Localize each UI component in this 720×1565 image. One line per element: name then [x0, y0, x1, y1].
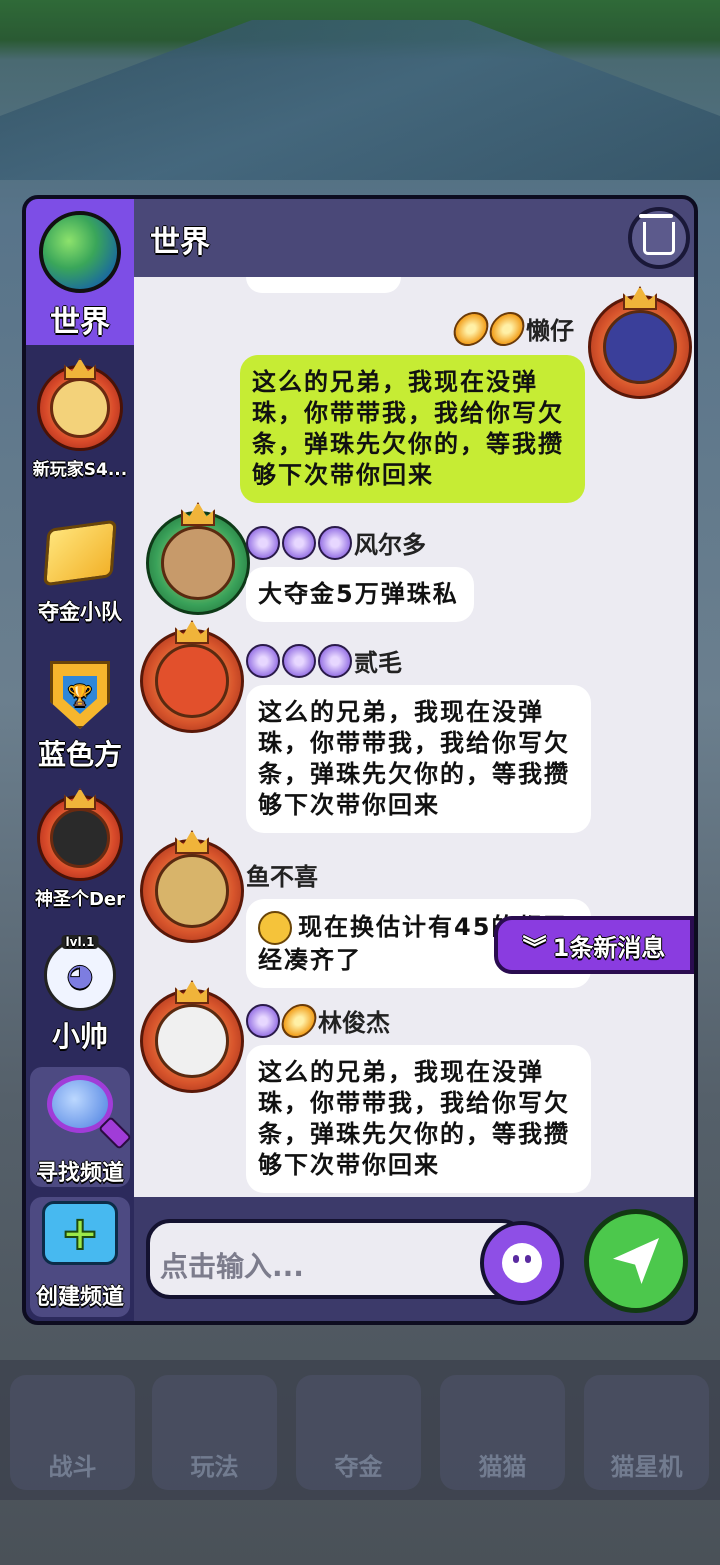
find-channel-label: 寻找频道 [35, 1161, 124, 1186]
medal-icon [488, 309, 526, 348]
message-bubble: 大夺金5万弹珠私 [246, 567, 474, 622]
user-name: 林俊杰 [318, 1009, 390, 1037]
channel-xiaoshuai[interactable]: ◕ lvl.1 小帅 [26, 935, 134, 1055]
message-bubble: 这么的兄弟，我现在没弹珠，你带带我，我给你写欠条，弹珠先欠你的，等我攒够下次带你… [246, 1045, 591, 1193]
medal-icon [282, 525, 316, 560]
channel-blue-side[interactable]: 🏆 蓝色方 [26, 661, 134, 773]
chat-panel: 世界 新玩家S4... 夺金小队 🏆 蓝色方 神圣个Der ◕ lvl.1 小帅 [22, 195, 698, 1325]
chevron-down-icon: ︾ [522, 933, 547, 962]
badge-icon [37, 788, 123, 881]
send-icon [613, 1238, 659, 1284]
user-avatar[interactable] [140, 980, 244, 1093]
channel-new-player[interactable]: 新玩家S4... [26, 358, 134, 480]
channel-label: 夺金小队 [38, 600, 122, 624]
medal-icon [282, 643, 316, 678]
message-header: 懒仔 [452, 309, 574, 348]
search-icon [47, 1075, 113, 1133]
user-avatar[interactable] [140, 830, 244, 943]
user-name: 贰毛 [354, 649, 402, 677]
smiley-icon [502, 1243, 542, 1283]
background-tab-gold: 夺金 [296, 1375, 421, 1490]
clear-chat-button[interactable] [628, 207, 690, 269]
channel-label: 世界 [50, 305, 110, 340]
send-button[interactable] [584, 1209, 688, 1313]
new-messages-button[interactable]: ︾ 1条新消息 [494, 916, 694, 974]
user-name: 懒仔 [526, 317, 574, 345]
chat-header: 世界 [134, 199, 694, 277]
medal-icon [246, 525, 280, 560]
message-header: 贰毛 [246, 643, 402, 678]
message-input[interactable]: 点击输入... [146, 1219, 526, 1299]
message-bubble: 这么的兄弟，我现在没弹珠，你带带我，我给你写欠条，弹珠先欠你的，等我攒够下次带你… [240, 355, 585, 503]
medal-icon [452, 309, 490, 348]
plus-icon: + [42, 1201, 118, 1265]
user-avatar[interactable] [588, 286, 692, 399]
user-name: 风尔多 [354, 531, 426, 559]
channel-world[interactable]: 世界 [26, 199, 134, 345]
background-tab-play: 玩法 [152, 1375, 277, 1490]
user-avatar[interactable] [146, 502, 250, 615]
find-channel-button[interactable]: 寻找频道 [30, 1067, 130, 1187]
message-list[interactable]: 懒仔 这么的兄弟，我现在没弹珠，你带带我，我给你写欠条，弹珠先欠你的，等我攒够下… [134, 277, 694, 1197]
medal-icon [318, 643, 352, 678]
sweat-emoji-icon [258, 911, 292, 945]
gold-icon [43, 519, 117, 587]
message-bubble [246, 277, 401, 293]
channel-label: 新玩家S4... [32, 460, 128, 480]
chat-title: 世界 [150, 225, 210, 260]
channel-holy-der[interactable]: 神圣个Der [26, 788, 134, 911]
message-bubble: 这么的兄弟，我现在没弹珠，你带带我，我给你写欠条，弹珠先欠你的，等我攒够下次带你… [246, 685, 591, 833]
message-header: 林俊杰 [246, 1001, 390, 1040]
message-header: 风尔多 [246, 525, 426, 560]
background-tab-cats: 猫猫 [440, 1375, 565, 1490]
user-name: 鱼不喜 [246, 863, 318, 891]
channel-sidebar: 世界 新玩家S4... 夺金小队 🏆 蓝色方 神圣个Der ◕ lvl.1 小帅 [26, 199, 134, 1321]
create-channel-label: 创建频道 [35, 1285, 124, 1310]
message-header: 鱼不喜 [246, 857, 318, 892]
medal-icon [280, 1001, 318, 1040]
channel-gold-team[interactable]: 夺金小队 [26, 519, 134, 626]
user-avatar[interactable] [140, 620, 244, 733]
emoji-button[interactable] [480, 1221, 564, 1305]
new-messages-label: 1条新消息 [552, 933, 666, 962]
cat-avatar-icon: ◕ [44, 939, 116, 1011]
create-channel-button[interactable]: + 创建频道 [30, 1197, 130, 1317]
medal-icon [246, 1003, 280, 1038]
input-bar: 点击输入... [134, 1197, 694, 1321]
channel-label: 神圣个Der [34, 889, 126, 910]
medal-icon [246, 643, 280, 678]
globe-icon [39, 211, 121, 293]
trash-icon [639, 213, 675, 255]
badge-icon [37, 358, 123, 451]
channel-label: 蓝色方 [37, 738, 122, 771]
level-badge: lvl.1 [61, 935, 99, 949]
channel-label: 小帅 [51, 1020, 108, 1053]
background-tab-machine: 猫星机 [584, 1375, 709, 1490]
trophy-shield-icon: 🏆 [50, 661, 110, 729]
background-tab-battle: 战斗 [10, 1375, 135, 1490]
medal-icon [318, 525, 352, 560]
